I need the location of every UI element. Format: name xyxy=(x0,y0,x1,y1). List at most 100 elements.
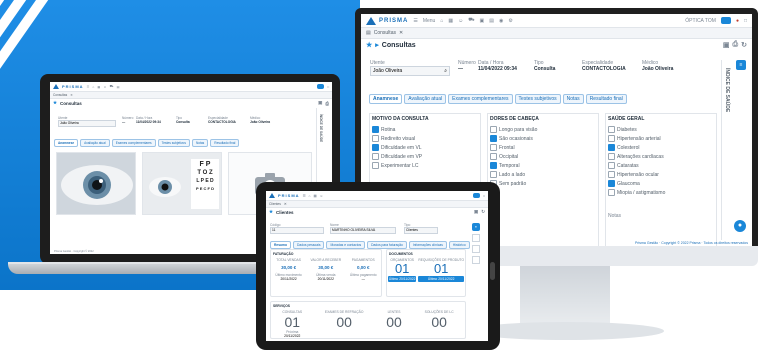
search-icon[interactable]: ⌕ xyxy=(444,68,447,74)
option-row[interactable]: Cataratas xyxy=(608,161,714,170)
breadcrumb-tab[interactable]: Consultas xyxy=(53,93,67,97)
side-panel-label[interactable]: ÍNDICE DE SAÚDE xyxy=(319,114,323,142)
service-stat[interactable]: EXAMES DE REFRAÇÃO 00 xyxy=(325,310,363,338)
tab-final-result[interactable]: Resultado final xyxy=(210,139,240,147)
checkbox[interactable] xyxy=(608,144,615,151)
user-avatar[interactable] xyxy=(317,84,325,89)
side-panel-label[interactable]: ÍNDICE DE SAÚDE xyxy=(724,68,730,112)
close-icon[interactable]: ✕ xyxy=(399,30,403,36)
print-icon[interactable]: ⎙ xyxy=(733,41,739,49)
option-row[interactable]: Longo para visão xyxy=(490,125,596,134)
checkbox[interactable] xyxy=(490,135,497,142)
star-icon[interactable]: ★ xyxy=(366,41,372,49)
option-row[interactable]: Lado a lado xyxy=(490,170,596,179)
checkbox[interactable] xyxy=(608,171,615,178)
app-logo[interactable]: PRISMA xyxy=(269,193,300,198)
side-button-2[interactable] xyxy=(472,234,480,242)
window-icon[interactable]: □ xyxy=(327,85,329,89)
checkbox[interactable] xyxy=(372,144,379,151)
patient-field[interactable]: João Oliveira xyxy=(58,120,116,127)
option-row[interactable]: Diabetes xyxy=(608,125,714,134)
documents-stat[interactable]: ORÇAMENTOS 01 Último 20/11/2022 xyxy=(387,258,417,282)
alert-icon[interactable]: ● xyxy=(736,18,739,24)
user-avatar[interactable] xyxy=(720,17,731,24)
tab-summary[interactable]: Resumo xyxy=(270,241,292,249)
print-icon[interactable]: ⎙ xyxy=(325,101,329,106)
menu-icon[interactable]: ☰ xyxy=(413,18,417,24)
tab-notes[interactable]: Notas xyxy=(562,94,584,104)
option-row[interactable]: Frontal xyxy=(490,143,596,152)
checkbox[interactable] xyxy=(372,135,379,142)
menu-icon[interactable]: ☰ xyxy=(87,85,90,89)
service-stat[interactable]: SOLUÇÕES DE LC 00 xyxy=(425,310,454,338)
eye-test-photo[interactable]: F P T O Z L P E D P E C F D xyxy=(142,152,222,215)
tab-notes[interactable]: Notas xyxy=(191,139,209,147)
tab-personal-data[interactable]: Dados pessoais xyxy=(293,241,325,249)
option-row[interactable]: Occipital xyxy=(490,152,596,161)
option-row[interactable]: Hipertensão ocular xyxy=(608,170,714,179)
app-logo[interactable]: PRISMA xyxy=(366,16,408,25)
refresh-icon[interactable]: ↻ xyxy=(741,41,747,49)
tab-exams[interactable]: Exames complementares xyxy=(111,139,156,147)
checkbox[interactable] xyxy=(372,153,379,160)
window-icon[interactable]: □ xyxy=(744,18,747,24)
tab-billing[interactable]: Dados para faturação xyxy=(367,241,407,249)
checkbox[interactable] xyxy=(608,126,615,133)
menu-label[interactable]: Menu xyxy=(423,18,436,24)
tab-subjective-tests[interactable]: Testes subjetivos xyxy=(157,139,190,147)
name-field[interactable]: MARTINHO OLIVEIRA SILVA xyxy=(330,227,396,234)
home-icon[interactable]: ⌂ xyxy=(92,85,94,89)
side-button-3[interactable] xyxy=(472,245,480,253)
window-icon[interactable]: □ xyxy=(483,194,485,198)
option-row[interactable]: Sem padrão xyxy=(490,179,596,188)
option-row[interactable]: Hipertensão arterial xyxy=(608,134,714,143)
tab-current-eval[interactable]: Avaliação atual xyxy=(80,139,110,147)
home-icon[interactable]: ⌂ xyxy=(440,18,443,24)
refresh-icon[interactable]: ↻ xyxy=(481,209,485,215)
chart-icon[interactable]: ▤ xyxy=(117,85,120,89)
users-icon[interactable]: ☺ xyxy=(458,18,463,24)
option-row[interactable]: Redireito visual xyxy=(372,134,478,143)
option-row[interactable]: Dificuldade em VP xyxy=(372,152,478,161)
home-icon[interactable]: ⌂ xyxy=(309,194,311,198)
checkbox[interactable] xyxy=(608,189,615,196)
calendar-icon[interactable]: ▦ xyxy=(448,18,453,24)
users-icon[interactable]: ☺ xyxy=(320,194,323,198)
box-icon[interactable]: ▣ xyxy=(480,18,485,24)
calendar-icon[interactable]: ▦ xyxy=(314,194,317,198)
star-icon[interactable]: ★ xyxy=(269,209,273,215)
side-button-1[interactable]: ≡ xyxy=(472,223,480,231)
checkbox[interactable] xyxy=(490,162,497,169)
eye-photo[interactable] xyxy=(56,152,136,215)
checkbox[interactable] xyxy=(372,126,379,133)
checkbox[interactable] xyxy=(608,162,615,169)
option-row[interactable]: Experimentar LC xyxy=(372,161,478,170)
option-row[interactable]: Dificuldade em VL xyxy=(372,143,478,152)
checkbox[interactable] xyxy=(608,153,615,160)
eye-icon[interactable]: ◉ xyxy=(499,18,503,24)
checkbox[interactable] xyxy=(490,144,497,151)
checkbox[interactable] xyxy=(608,180,615,187)
side-button-4[interactable] xyxy=(472,256,480,264)
settings-icon[interactable]: ⚙ xyxy=(508,18,512,24)
tab-current-eval[interactable]: Avaliação atual xyxy=(404,94,447,104)
side-panel-button[interactable]: ≡ xyxy=(736,60,746,70)
close-icon[interactable]: ✕ xyxy=(284,202,287,206)
option-row[interactable]: São ocasionais xyxy=(490,134,596,143)
tab-clinical[interactable]: Informações clínicas xyxy=(408,241,447,249)
chart-icon[interactable]: ▤ xyxy=(489,18,494,24)
tab-anamnese[interactable]: Anamnese xyxy=(369,94,403,104)
patient-field[interactable]: João Oliveira ⌕ xyxy=(370,66,450,76)
save-icon[interactable]: ▣ xyxy=(318,100,322,106)
checkbox[interactable] xyxy=(608,135,615,142)
users-icon[interactable]: ☺ xyxy=(103,85,106,89)
star-icon[interactable]: ★ xyxy=(53,100,57,106)
service-stat[interactable]: LENTES 00 xyxy=(386,310,402,338)
option-row[interactable]: Miopia / astigmatismo xyxy=(608,188,714,197)
option-row[interactable]: Alterações cardíacas xyxy=(608,152,714,161)
option-row[interactable]: Colesterol xyxy=(608,143,714,152)
checkbox[interactable] xyxy=(490,153,497,160)
tab-anamnese[interactable]: Anamnese xyxy=(54,139,79,147)
checkbox[interactable] xyxy=(490,126,497,133)
option-row[interactable]: Glaucoma xyxy=(608,179,714,188)
